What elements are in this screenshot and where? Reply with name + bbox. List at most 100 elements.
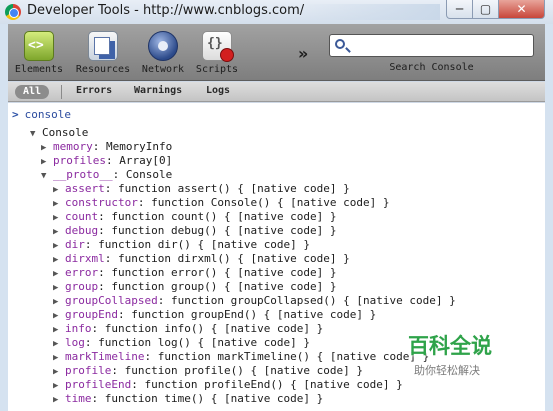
property-value: function group() { [native code] } — [111, 280, 337, 293]
tree-row[interactable]: ▶ profiles: Array[0] — [41, 154, 172, 169]
window-title: Developer Tools - http://www.cnblogs.com… — [27, 3, 305, 18]
collapsed-triangle-icon: ▶ — [53, 367, 59, 377]
tab-resources[interactable]: Resources — [72, 28, 134, 78]
tree-row[interactable]: ▶ debug: function debug() { [native code]… — [53, 224, 337, 239]
property-key: markTimeline — [65, 350, 145, 363]
tab-scripts[interactable]: Scripts — [186, 28, 248, 78]
tree-row[interactable]: ▶ count: function count() { [native code]… — [53, 210, 337, 225]
watermark: 百科全说 助你轻松解决 — [408, 330, 518, 380]
tree-row[interactable]: ▶ memory: MemoryInfo — [41, 140, 172, 155]
property-value: function info() { [native code] } — [104, 322, 324, 335]
collapsed-triangle-icon: ▶ — [53, 227, 59, 237]
property-key: profile — [65, 364, 112, 377]
property-key: time — [65, 392, 92, 405]
tree-row[interactable]: ▶ group: function group() { [native code]… — [53, 280, 337, 295]
watermark-subtitle: 助你轻松解决 — [414, 364, 480, 377]
tree-row[interactable]: ▶ constructor: function Console() { [nati… — [53, 196, 390, 211]
property-key: profiles — [53, 154, 106, 167]
collapsed-triangle-icon: ▶ — [53, 325, 59, 335]
filter-all[interactable]: All — [15, 85, 49, 99]
property-key: profileEnd — [65, 378, 132, 391]
filter-errors[interactable]: Errors — [76, 85, 112, 96]
property-value: function assert() { [native code] } — [118, 182, 350, 195]
collapsed-triangle-icon: ▶ — [53, 199, 59, 209]
property-value: function dir() { [native code] } — [98, 238, 311, 251]
property-value: function time() { [native code] } — [104, 392, 324, 405]
tree-row[interactable]: ▶ profile: function profile() { [native c… — [53, 364, 363, 379]
tree-row[interactable]: ▶ groupCollapsed: function groupCollapsed… — [53, 294, 456, 309]
minimize-button[interactable]: ─ — [446, 0, 473, 19]
more-panels-button[interactable]: » — [298, 44, 308, 63]
property-value: function count() { [native code] } — [111, 210, 337, 223]
tree-row[interactable]: ▶ profileEnd: function profileEnd() { [na… — [53, 378, 403, 393]
tab-resources-label: Resources — [75, 64, 131, 75]
tree-row[interactable]: ▶ error: function error() { [native code]… — [53, 266, 337, 281]
tree-row[interactable]: ▶ markTimeline: function markTimeline() {… — [53, 350, 429, 365]
expanded-triangle-icon: ▼ — [30, 129, 36, 139]
chrome-icon — [5, 4, 21, 20]
collapsed-triangle-icon: ▶ — [53, 381, 59, 391]
property-value: function log() { [native code] } — [98, 336, 311, 349]
title-fade — [300, 4, 440, 20]
property-key: dirxml — [65, 252, 105, 265]
elements-icon — [24, 31, 54, 61]
collapsed-triangle-icon: ▶ — [53, 311, 59, 321]
tree-row[interactable]: ▶ time: function time() { [native code] } — [53, 392, 323, 407]
maximize-button[interactable]: ▢ — [472, 0, 499, 19]
prompt-icon: > — [12, 108, 19, 121]
collapsed-triangle-icon: ▶ — [41, 143, 47, 153]
scripts-icon — [202, 31, 234, 62]
property-key: group — [65, 280, 99, 293]
property-value: function Console() { [native code] } — [151, 196, 390, 209]
property-key: __proto__ — [53, 168, 113, 181]
command-text: console — [24, 108, 71, 121]
collapsed-triangle-icon: ▶ — [53, 339, 59, 349]
property-key: constructor — [65, 196, 138, 209]
search-input[interactable] — [352, 37, 530, 54]
devtools-toolbar: Elements Resources Network Scripts » Sea… — [8, 24, 545, 81]
tree-row[interactable]: ▶ dir: function dir() { [native code] } — [53, 238, 310, 253]
collapsed-triangle-icon: ▶ — [53, 213, 59, 223]
filter-divider — [61, 85, 62, 99]
tree-row[interactable]: ▶ assert: function assert() { [native cod… — [53, 182, 350, 197]
property-key: memory — [53, 140, 93, 153]
network-icon — [148, 31, 178, 61]
collapsed-triangle-icon: ▶ — [53, 283, 59, 293]
tree-row[interactable]: ▶ info: function info() { [native code] } — [53, 322, 323, 337]
collapsed-triangle-icon: ▶ — [53, 297, 59, 307]
search-icon — [335, 39, 345, 49]
tab-network-label: Network — [141, 64, 185, 75]
close-button[interactable]: ✕ — [498, 0, 545, 19]
property-key: groupEnd — [65, 308, 118, 321]
filter-logs[interactable]: Logs — [206, 85, 230, 96]
command-line: > console — [12, 108, 71, 122]
search-box[interactable] — [329, 34, 534, 57]
tab-elements[interactable]: Elements — [8, 28, 70, 78]
property-value: function groupCollapsed() { [native code… — [170, 294, 456, 307]
collapsed-triangle-icon: ▶ — [53, 269, 59, 279]
filter-bar: All Errors Warnings Logs — [8, 82, 545, 102]
property-value: function debug() { [native code] } — [111, 224, 337, 237]
property-value: Array[0] — [119, 154, 173, 167]
tree-row[interactable]: ▶ groupEnd: function groupEnd() { [native… — [53, 308, 376, 323]
tree-root[interactable]: ▼ Console — [30, 126, 88, 141]
collapsed-triangle-icon: ▶ — [53, 255, 59, 265]
tab-scripts-label: Scripts — [195, 64, 239, 75]
filter-warnings[interactable]: Warnings — [134, 85, 182, 96]
title-bar: Developer Tools - http://www.cnblogs.com… — [0, 0, 553, 24]
root-label: Console — [42, 126, 89, 139]
property-value: Console — [125, 168, 173, 181]
property-key: log — [65, 336, 85, 349]
property-value: function error() { [native code] } — [111, 266, 337, 279]
property-value: function profile() { [native code] } — [124, 364, 364, 377]
tab-network[interactable]: Network — [132, 28, 194, 78]
collapsed-triangle-icon: ▶ — [53, 395, 59, 405]
tree-row[interactable]: ▼ __proto__: Console — [41, 168, 172, 183]
tree-row[interactable]: ▶ log: function log() { [native code] } — [53, 336, 310, 351]
property-key: assert — [65, 182, 105, 195]
tree-row[interactable]: ▶ dirxml: function dirxml() { [native cod… — [53, 252, 350, 267]
property-value: function profileEnd() { [native code] } — [144, 378, 403, 391]
property-key: count — [65, 210, 99, 223]
collapsed-triangle-icon: ▶ — [53, 353, 59, 363]
watermark-title: 百科全说 — [408, 334, 492, 358]
